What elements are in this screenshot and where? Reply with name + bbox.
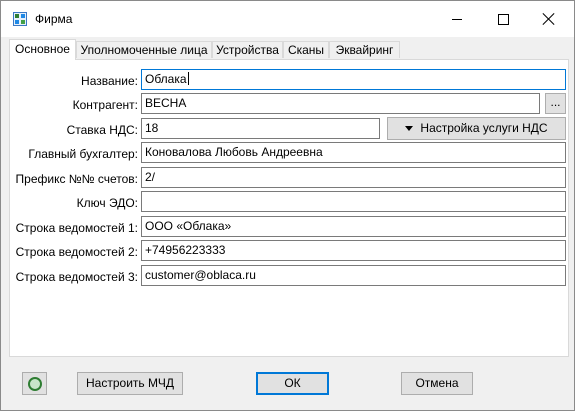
tab-acquiring[interactable]: Эквайринг	[329, 41, 400, 58]
accountant-label: Главный бухгалтер:	[28, 147, 138, 161]
vat-label: Ставка НДС:	[66, 123, 138, 137]
name-field[interactable]: Облака	[141, 69, 566, 90]
cancel-button[interactable]: Отмена	[401, 372, 473, 395]
minimize-icon	[452, 18, 462, 20]
tab-scans[interactable]: Сканы	[283, 41, 329, 58]
prefix-label: Префикс №№ счетов:	[15, 172, 138, 186]
maximize-button[interactable]	[480, 1, 526, 37]
minimize-button[interactable]	[434, 1, 480, 37]
tab-devices[interactable]: Устройства	[212, 41, 283, 58]
edo-label: Ключ ЭДО:	[76, 196, 138, 210]
title-bar[interactable]: Фирма	[1, 1, 574, 37]
line1-label: Строка ведомостей 1:	[15, 221, 138, 235]
ok-button[interactable]: ОК	[256, 372, 329, 395]
name-label: Название:	[81, 74, 138, 88]
dropdown-arrow-icon	[405, 126, 414, 131]
line3-field[interactable]: customer@oblaca.ru	[141, 265, 566, 286]
vat-settings-button[interactable]: Настройка услуги НДС	[387, 117, 566, 140]
refresh-button[interactable]	[22, 372, 47, 395]
name-value: Облака	[145, 72, 187, 86]
line2-field[interactable]: +74956223333	[141, 240, 566, 261]
window-title: Фирма	[35, 12, 73, 26]
close-button[interactable]	[526, 1, 572, 37]
mchd-settings-button[interactable]: Настроить МЧД	[77, 372, 183, 395]
line1-field[interactable]: ООО «Облака»	[141, 216, 566, 237]
line2-label: Строка ведомостей 2:	[15, 245, 138, 259]
line3-label: Строка ведомостей 3:	[15, 270, 138, 284]
accountant-field[interactable]: Коновалова Любовь Андреевна	[141, 142, 566, 163]
contractor-field[interactable]: ВЕСНА	[141, 93, 540, 114]
refresh-icon	[28, 377, 42, 391]
maximize-icon	[497, 13, 509, 25]
tab-main[interactable]: Основное	[9, 39, 76, 60]
tab-authorized-persons[interactable]: Уполномоченные лица	[76, 41, 212, 58]
contractor-label: Контрагент:	[72, 98, 138, 112]
edo-field[interactable]	[141, 191, 566, 212]
prefix-field[interactable]: 2/	[141, 167, 566, 188]
app-icon	[13, 12, 27, 26]
vat-settings-label: Настройка услуги НДС	[420, 121, 548, 135]
close-icon	[543, 13, 555, 25]
firm-window: Фирма Основное Уполномоченные лица Устро…	[0, 0, 575, 411]
contractor-browse-button[interactable]: ...	[545, 93, 566, 114]
vat-field[interactable]: 18	[141, 118, 380, 139]
